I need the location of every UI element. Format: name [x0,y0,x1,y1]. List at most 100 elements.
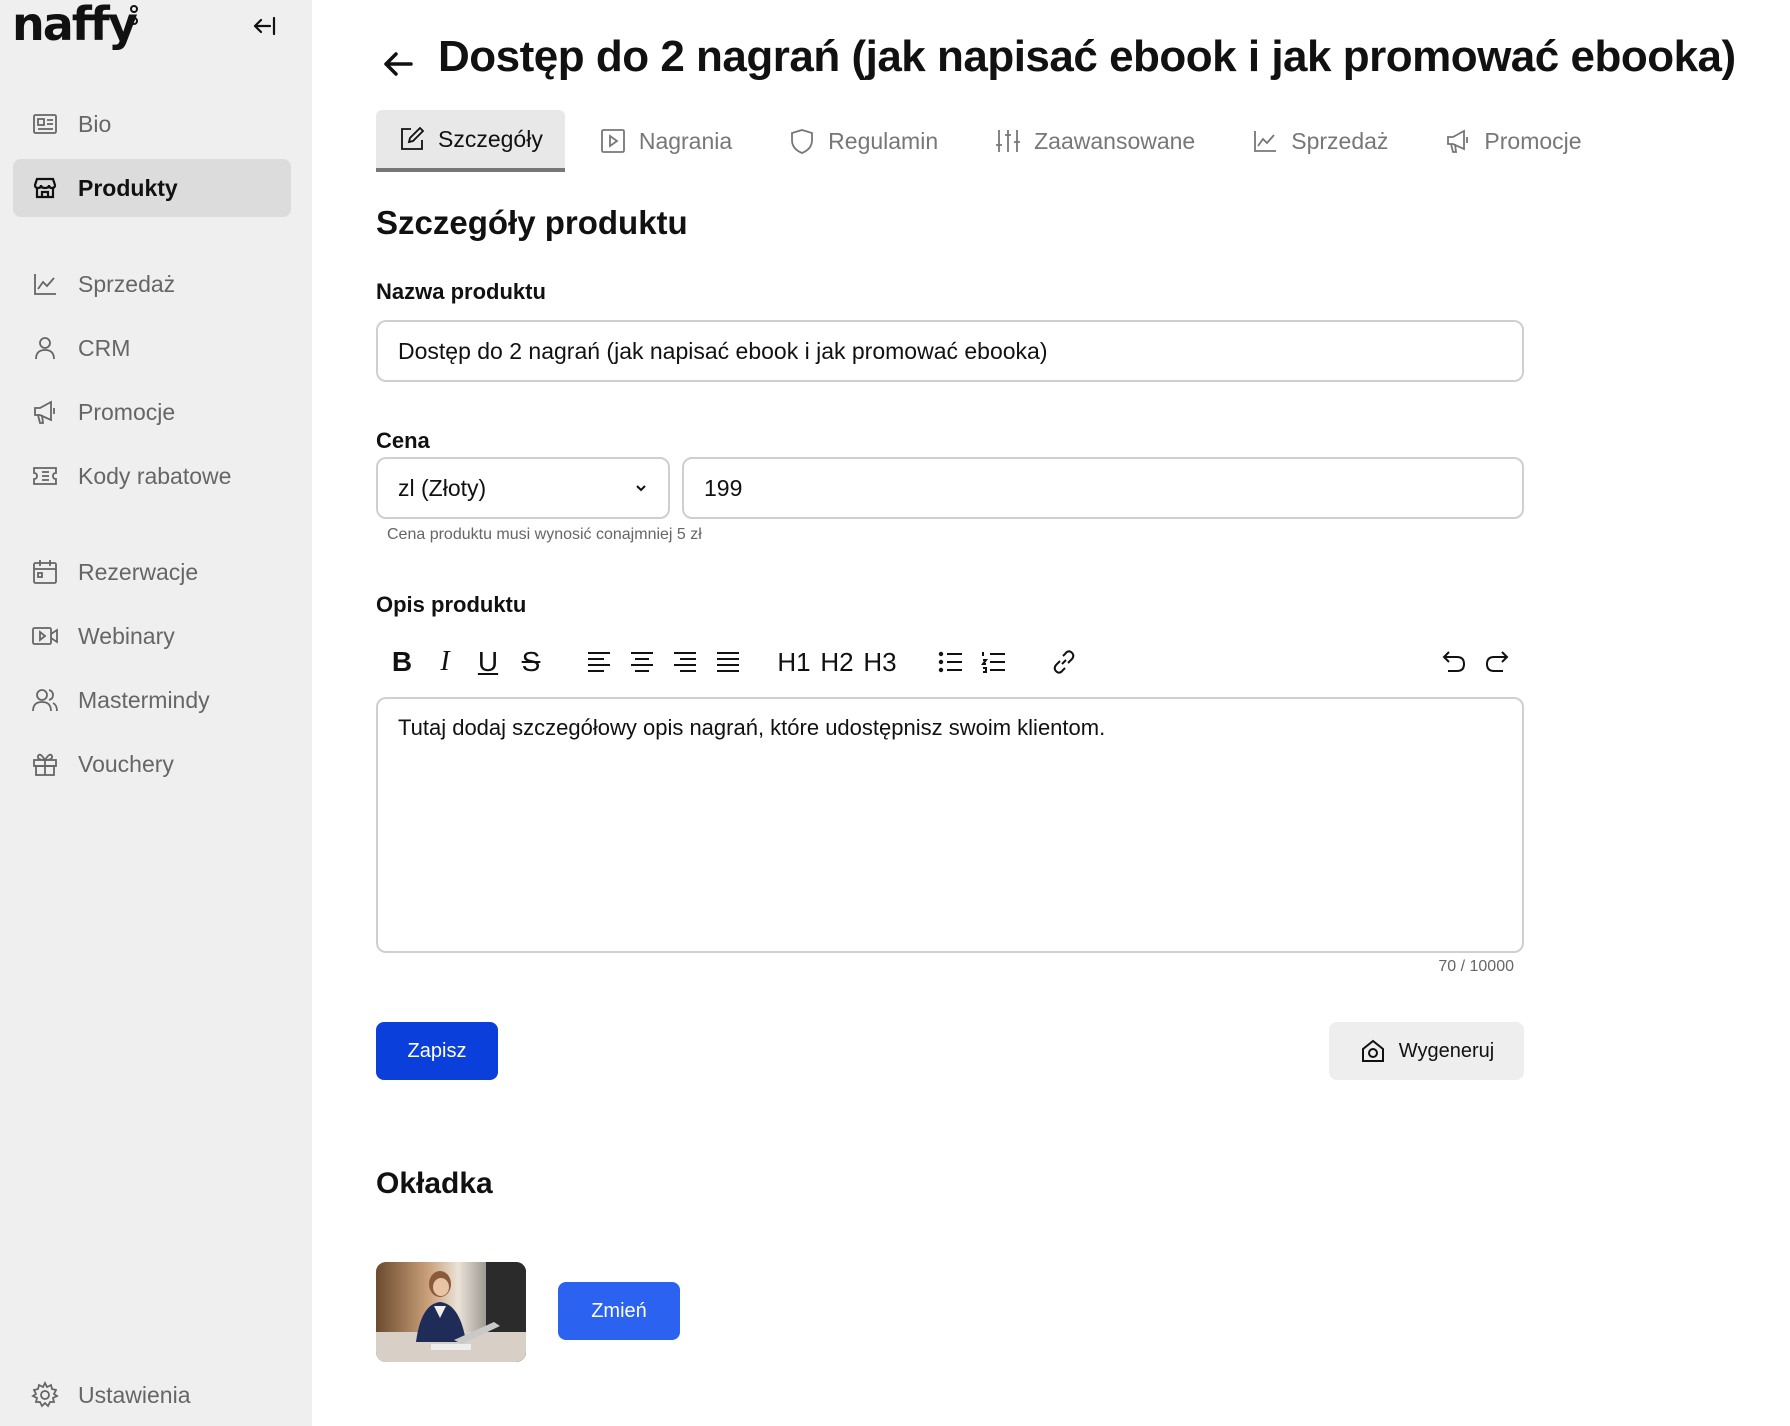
bullet-list-icon [938,651,962,673]
section-title-cover: Okładka [376,1167,493,1200]
align-right-button[interactable] [667,640,703,684]
arrow-left-icon [384,52,413,76]
sidebar-item-kody-rabatowe[interactable]: Kody rabatowe [13,447,291,505]
sidebar-item-label: Vouchery [78,750,174,777]
price-label: Cena [376,428,430,453]
change-cover-button[interactable]: Zmień [558,1282,680,1340]
product-tabs: Szczegóły Nagrania Regulamin Zaawansowan… [376,110,1616,172]
undo-button[interactable] [1436,640,1472,684]
sidebar: naffy Bio Produkty Sprzedaż CRM Promocje… [0,0,312,1426]
sidebar-item-label: Bio [78,110,112,137]
align-justify-icon [717,652,739,672]
editor-toolbar: B I U S H1 H2 H3 [376,640,1524,684]
cover-image [376,1262,526,1362]
align-justify-button[interactable] [710,640,746,684]
tab-label: Sprzedaż [1291,127,1389,154]
currency-value: zl (Złoty) [398,474,487,501]
tab-label: Promocje [1484,127,1582,154]
save-button[interactable]: Zapisz [376,1022,498,1080]
user-icon [30,333,60,363]
tab-nagrania[interactable]: Nagrania [577,110,754,172]
edit-icon [401,126,425,150]
underline-button[interactable]: U [470,640,506,684]
numbered-list-icon [981,652,1005,673]
align-left-icon [588,652,610,672]
heading-1-button[interactable]: H1 [776,640,812,684]
tab-promocje[interactable]: Promocje [1422,110,1603,172]
main-content: Dostęp do 2 nagrań (jak napisać ebook i … [312,0,1790,1426]
description-textarea[interactable]: Tutaj dodaj szczegółowy opis nagrań, któ… [376,697,1524,953]
sidebar-item-label: Produkty [78,174,178,201]
sidebar-item-label: Sprzedaż [78,270,176,297]
tab-zaawansowane[interactable]: Zaawansowane [972,110,1217,172]
store-icon [30,173,60,203]
sidebar-item-bio[interactable]: Bio [13,95,291,153]
sidebar-item-rezerwacje[interactable]: Rezerwacje [13,543,291,601]
video-icon [30,621,60,651]
sidebar-item-crm[interactable]: CRM [13,319,291,377]
redo-icon [1485,651,1509,672]
sidebar-item-label: CRM [78,334,131,361]
heading-3-button[interactable]: H3 [862,640,898,684]
back-button[interactable] [378,44,418,84]
sidebar-item-label: Mastermindy [78,686,210,713]
sidebar-item-label: Kody rabatowe [78,462,232,489]
chart-icon [30,269,60,299]
italic-button[interactable]: I [427,640,463,684]
logo-dots-icon [130,5,140,29]
tab-regulamin[interactable]: Regulamin [766,110,960,172]
sidebar-item-promocje[interactable]: Promocje [13,383,291,441]
gear-icon [30,1380,60,1410]
sidebar-item-webinary[interactable]: Webinary [13,607,291,665]
generate-button[interactable]: Wygeneruj [1329,1022,1524,1080]
numbered-list-button[interactable] [976,640,1012,684]
chart-icon [1254,131,1277,152]
sidebar-item-label: Ustawienia [78,1381,191,1408]
generate-label: Wygeneruj [1398,1039,1495,1062]
naffy-logo[interactable]: naffy [12,0,138,48]
link-icon [1053,650,1075,674]
sidebar-item-label: Webinary [78,622,175,649]
strikethrough-button[interactable]: S [513,640,549,684]
link-button[interactable] [1046,640,1082,684]
id-card-icon [30,109,60,139]
align-center-icon [631,652,653,672]
sidebar-item-produkty[interactable]: Produkty [13,159,291,217]
sidebar-item-ustawienia[interactable]: Ustawienia [13,1366,291,1424]
price-hint: Cena produktu musi wynosić conajmniej 5 … [387,526,702,543]
heading-2-button[interactable]: H2 [819,640,855,684]
collapse-sidebar-button[interactable] [250,12,280,40]
tab-label: Szczegóły [438,125,543,152]
page-title: Dostęp do 2 nagrań (jak napisać ebook i … [438,32,1736,81]
tab-label: Zaawansowane [1034,127,1196,154]
section-title-details: Szczegóły produktu [376,204,688,241]
currency-select[interactable]: zl (Złoty) [376,457,670,519]
align-center-button[interactable] [624,640,660,684]
gift-icon [30,749,60,779]
sidebar-item-mastermindy[interactable]: Mastermindy [13,671,291,729]
chevron-down-icon [636,485,646,492]
price-input[interactable] [682,457,1524,519]
character-counter: 70 / 10000 [1438,958,1514,975]
shield-icon [791,129,814,154]
bold-button[interactable]: B [384,640,420,684]
description-label: Opis produktu [376,592,527,617]
undo-icon [1442,651,1466,672]
align-right-icon [674,652,696,672]
collapse-arrow-icon [253,16,276,36]
megaphone-icon [1447,129,1469,153]
cover-photo-woman-laptop [376,1262,526,1362]
sidebar-item-label: Rezerwacje [78,558,199,585]
tab-sprzedaz[interactable]: Sprzedaż [1229,110,1410,172]
product-name-input[interactable] [376,320,1524,382]
sidebar-item-sprzedaz[interactable]: Sprzedaż [13,255,291,313]
users-icon [30,685,60,715]
bullet-list-button[interactable] [933,640,969,684]
tab-szczegoly[interactable]: Szczegóły [376,110,565,172]
sidebar-item-label: Promocje [78,398,176,425]
align-left-button[interactable] [581,640,617,684]
product-name-label: Nazwa produktu [376,279,546,304]
redo-button[interactable] [1479,640,1515,684]
play-icon [600,129,625,153]
sidebar-item-vouchery[interactable]: Vouchery [13,735,291,793]
